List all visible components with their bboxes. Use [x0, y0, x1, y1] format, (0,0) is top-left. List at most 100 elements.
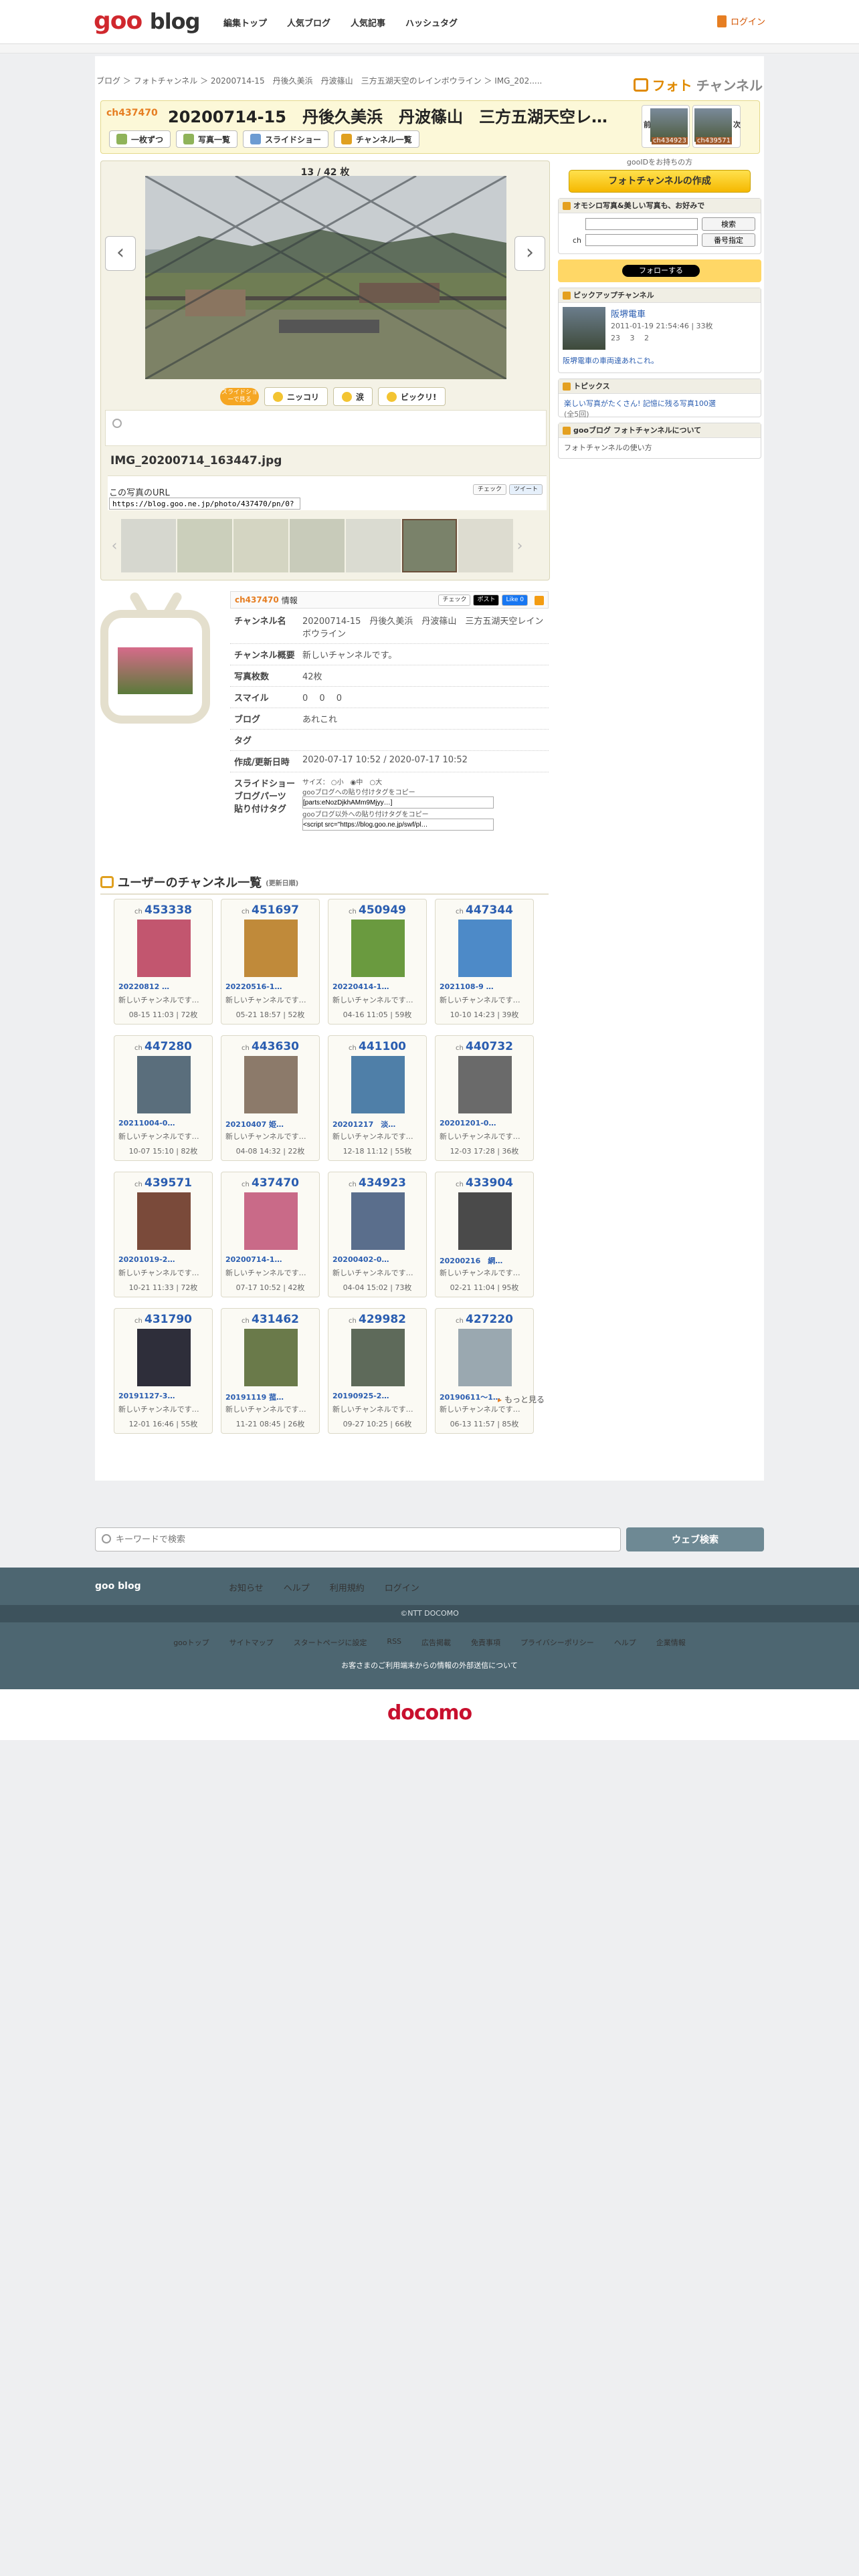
card-title[interactable]: 20220414-1… — [332, 982, 423, 991]
photo-list-button[interactable]: 写真一覧 — [176, 130, 238, 148]
card-title[interactable]: 20191127-3… — [118, 1392, 209, 1400]
external-transmission-notice[interactable]: お客さまのご利用端末からの情報の外部送信について — [0, 1660, 859, 1671]
more-link[interactable]: ▸ もっと見る — [498, 1394, 545, 1405]
channel-card[interactable]: ch 431790 20191127-3… 新しいチャンネルです… 12-01 16:… — [114, 1308, 213, 1434]
search-button[interactable]: 検索 — [702, 217, 755, 231]
card-thumbnail[interactable] — [137, 920, 191, 977]
card-thumbnail[interactable] — [244, 1329, 298, 1386]
channel-card[interactable]: ch 433904 20200216 網… 新しいチャンネルです… 02-21 11:… — [435, 1172, 534, 1297]
thumbnail-current[interactable] — [402, 519, 457, 572]
x-post-button[interactable]: ポスト — [473, 595, 500, 606]
next-channel-button[interactable]: ch439571 次 — [692, 105, 741, 148]
nav-edit-top[interactable]: 編集トップ — [223, 16, 267, 29]
channel-card[interactable]: ch 437470 20200714-1… 新しいチャンネルです… 07-17 10:… — [221, 1172, 320, 1297]
external-tag-field[interactable] — [302, 819, 494, 831]
pickup-thumbnail[interactable] — [563, 307, 605, 350]
tweet-button[interactable]: ツイート — [508, 484, 543, 495]
breadcrumb[interactable]: ブログ ＞ フォトチャンネル ＞ 20200714-15 丹後久美浜 丹波篠山 … — [96, 75, 542, 86]
card-channel-id[interactable]: ch 431790 — [114, 1313, 212, 1326]
card-channel-id[interactable]: ch 434923 — [328, 1176, 426, 1190]
smile-surprise-button[interactable]: ビックリ! — [378, 387, 446, 406]
thumbnail[interactable] — [458, 519, 513, 572]
goo-blog-tag-field[interactable] — [302, 796, 494, 809]
card-thumbnail[interactable] — [244, 920, 298, 977]
slideshow-button[interactable]: スライドショー — [243, 130, 329, 148]
card-thumbnail[interactable] — [458, 1056, 512, 1113]
thumbnail[interactable] — [233, 519, 288, 572]
channel-card[interactable]: ch 451697 20220516-1… 新しいチャンネルです… 05-21 18:… — [221, 899, 320, 1025]
blog-link[interactable]: あれこれ — [302, 712, 549, 725]
smile-tears-button[interactable]: 涙 — [333, 387, 373, 406]
footer-link[interactable]: ヘルプ — [614, 1637, 636, 1648]
footer-link[interactable]: RSS — [387, 1637, 401, 1648]
photo-channel-logo[interactable]: フォト チャンネル — [633, 75, 763, 94]
footer-link[interactable]: 企業情報 — [656, 1637, 686, 1648]
card-channel-id[interactable]: ch 441100 — [328, 1040, 426, 1053]
keyword-search-input[interactable] — [95, 1527, 621, 1551]
card-thumbnail[interactable] — [458, 920, 512, 977]
smile-nikkori-button[interactable]: ニッコリ — [264, 387, 328, 406]
footer-link[interactable]: プライバシーポリシー — [520, 1637, 594, 1648]
channel-card[interactable]: ch 447344 2021108-9 … 新しいチャンネルです… 10-10 14:… — [435, 899, 534, 1025]
card-title[interactable]: 20220812 … — [118, 982, 209, 991]
footer-news-link[interactable]: お知らせ — [229, 1581, 264, 1594]
pickup-channel-name[interactable]: 阪堺電車 — [611, 307, 646, 320]
footer-link[interactable]: 広告掲載 — [421, 1637, 451, 1648]
rss-icon[interactable] — [535, 596, 544, 605]
card-title[interactable]: 20200402-0… — [332, 1255, 423, 1264]
card-title[interactable]: 20201217 淡… — [332, 1119, 423, 1130]
card-thumbnail[interactable] — [458, 1329, 512, 1386]
card-channel-id[interactable]: ch 440732 — [436, 1040, 533, 1053]
prev-photo-button[interactable]: ‹ — [105, 236, 136, 271]
card-channel-id[interactable]: ch 447344 — [436, 903, 533, 917]
card-title[interactable]: 20220516-1… — [225, 982, 316, 991]
card-thumbnail[interactable] — [244, 1056, 298, 1113]
card-channel-id[interactable]: ch 437470 — [221, 1176, 319, 1190]
footer-link[interactable]: サイトマップ — [229, 1637, 274, 1648]
web-search-button[interactable]: ウェブ検索 — [626, 1527, 764, 1551]
thumbnail[interactable] — [121, 519, 176, 572]
channel-card[interactable]: ch 431462 20191119 菰… 新しいチャンネルです… 11-21 08:… — [221, 1308, 320, 1434]
card-title[interactable]: 20210407 姫… — [225, 1119, 316, 1130]
channel-list-button[interactable]: チャンネル一覧 — [334, 130, 419, 148]
card-title[interactable]: 20200216 網… — [440, 1255, 531, 1266]
footer-help-link[interactable]: ヘルプ — [284, 1581, 310, 1594]
channel-number-input[interactable] — [585, 234, 698, 246]
channel-card[interactable]: ch 434923 20200402-0… 新しいチャンネルです… 04-04 15:… — [328, 1172, 427, 1297]
login-link[interactable]: ログイン — [717, 15, 765, 27]
follow-button[interactable]: フォローする — [622, 265, 700, 277]
nav-popular-articles[interactable]: 人気記事 — [351, 16, 385, 29]
footer-brand[interactable]: goo blog — [95, 1581, 141, 1592]
card-channel-id[interactable]: ch 429982 — [328, 1313, 426, 1326]
card-channel-id[interactable]: ch 447280 — [114, 1040, 212, 1053]
card-channel-id[interactable]: ch 439571 — [114, 1176, 212, 1190]
card-channel-id[interactable]: ch 453338 — [114, 903, 212, 917]
card-title[interactable]: 20190925-2… — [332, 1392, 423, 1400]
footer-link[interactable]: 免責事項 — [471, 1637, 500, 1648]
docomo-logo[interactable]: docomo — [0, 1701, 859, 1725]
card-thumbnail[interactable] — [137, 1329, 191, 1386]
create-photo-channel-button[interactable]: フォトチャンネルの作成 — [569, 170, 751, 193]
one-by-one-button[interactable]: 一枚ずつ — [109, 130, 171, 148]
card-thumbnail[interactable] — [137, 1056, 191, 1113]
channel-card[interactable]: ch 450949 20220414-1… 新しいチャンネルです… 04-16 11:… — [328, 899, 427, 1025]
channel-card[interactable]: ch 427220 20190611〜1… 新しいチャンネルです… 06-13 11:… — [435, 1308, 534, 1434]
main-photo[interactable] — [145, 176, 506, 379]
card-title[interactable]: 20191119 菰… — [225, 1392, 316, 1402]
nav-hashtag[interactable]: ハッシュタグ — [405, 16, 458, 29]
number-search-button[interactable]: 番号指定 — [702, 233, 755, 247]
slideshow-badge[interactable]: スライドショーで見る — [220, 388, 259, 405]
channel-card[interactable]: ch 429982 20190925-2… 新しいチャンネルです… 09-27 10:… — [328, 1308, 427, 1434]
channel-card[interactable]: ch 443630 20210407 姫… 新しいチャンネルです… 04-08 14:… — [221, 1035, 320, 1161]
card-channel-id[interactable]: ch 443630 — [221, 1040, 319, 1053]
how-to-use-link[interactable]: フォトチャンネルの使い方 — [564, 443, 652, 452]
channel-card[interactable]: ch 439571 20201019-2… 新しいチャンネルです… 10-21 11:… — [114, 1172, 213, 1297]
card-thumbnail[interactable] — [351, 1056, 405, 1113]
footer-link[interactable]: gooトップ — [173, 1637, 209, 1648]
card-channel-id[interactable]: ch 450949 — [328, 903, 426, 917]
card-thumbnail[interactable] — [244, 1192, 298, 1250]
check-button[interactable]: チェック — [472, 484, 506, 495]
photo-url-field[interactable] — [109, 498, 300, 510]
card-thumbnail[interactable] — [351, 920, 405, 977]
footer-link[interactable]: スタートページに設定 — [294, 1637, 367, 1648]
